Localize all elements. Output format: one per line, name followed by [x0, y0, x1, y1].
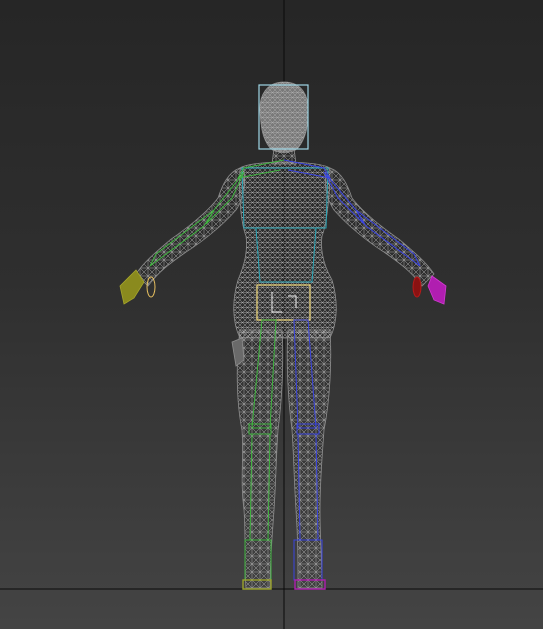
- leg-left-mesh: [236, 329, 284, 589]
- hand-right-bone[interactable]: [427, 275, 447, 305]
- arm-left-mesh: [135, 167, 246, 287]
- head-wire: [259, 82, 309, 153]
- finger-right-bone[interactable]: [412, 276, 422, 298]
- hip-accessory-mesh: [231, 337, 245, 367]
- viewport-front-wireframe[interactable]: [0, 0, 543, 629]
- torso-mesh: [233, 161, 337, 339]
- character-mesh[interactable]: [135, 81, 435, 589]
- arm-right-mesh: [324, 167, 435, 287]
- scene-svg[interactable]: [0, 0, 543, 629]
